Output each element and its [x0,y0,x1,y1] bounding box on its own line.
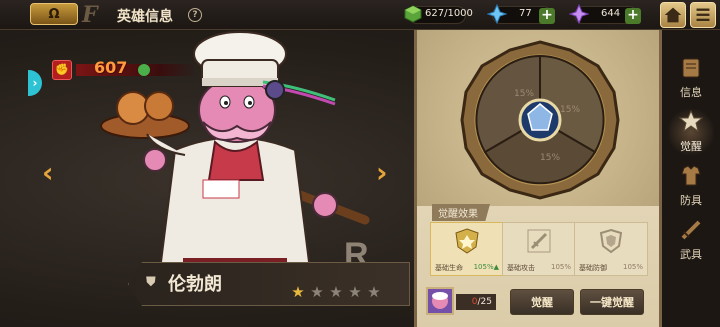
nav-label: 武具 [680,248,702,261]
home-icon [664,7,682,23]
defense-shield-icon [599,228,623,254]
effect-pct: 105% [550,263,571,271]
resource-stamina: 627/1000 [404,5,473,24]
wheel-pct-2: 15% [560,105,580,115]
effect-pct: 105%▲ [473,263,499,271]
effect-card-hp[interactable]: 基础生命 105%▲ [430,222,504,276]
effect-card-attack[interactable]: 基础攻击 105% [502,222,576,276]
page-title: 英雄信息 [117,9,173,25]
awaken-effect-title: 觉醒效果 [432,204,490,221]
one-click-awaken-button[interactable]: 一键觉醒 [580,289,644,315]
star-empty-icon: ★ [310,283,324,301]
resource-purple-gem: 644 + [569,4,641,24]
help-button[interactable]: ? [188,8,202,22]
awaken-wheel: 15% 15% 15% [460,40,620,200]
star-rating: ★ ★ ★ ★ ★ [290,284,382,300]
hero-info-screen: Ω F 英雄信息 ? 627/1000 77 + 644 + › ✊ 607 ‹… [0,0,720,327]
side-nav: 信息 觉醒 防具 武具 [662,30,720,327]
hero-shard-icon [432,292,448,309]
awaken-emblem-icon [678,109,704,133]
home-button[interactable] [660,2,686,28]
nav-weapon[interactable]: 武具 [668,214,714,266]
nav-awaken[interactable]: 觉醒 [668,106,714,158]
scroll-icon [682,58,700,78]
side-drawer-tab[interactable]: › [28,70,42,96]
nav-armor[interactable]: 防具 [668,160,714,212]
purple-gem-value: 644 [601,8,621,19]
stamina-value: 627/1000 [425,8,473,19]
star-empty-icon: ★ [348,283,362,301]
nav-label: 觉醒 [680,140,702,153]
nav-label: 信息 [680,86,702,99]
hero-portrait [100,31,370,284]
blue-crystal-icon [487,4,507,24]
star-empty-icon: ★ [329,283,343,301]
material-count: 0/25 [456,294,496,310]
effect-card-defense[interactable]: 基础防御 105% [574,222,648,276]
add-blue-gem-button[interactable]: + [539,8,555,24]
star-filled-icon: ★ [291,283,305,301]
hero-name: 伦勃朗 [168,274,222,295]
add-purple-gem-button[interactable]: + [625,8,641,24]
wheel-pct-1: 15% [514,89,534,99]
class-shield-icon: ⛊ [146,275,156,290]
prev-hero-button[interactable]: ‹ [42,156,54,189]
back-button[interactable]: Ω [30,3,78,25]
awaken-material-slot[interactable] [426,287,454,315]
purple-crystal-icon [569,4,589,24]
weapon-icon [681,220,701,240]
effect-label: 基础攻击 [507,264,535,272]
star-empty-icon: ★ [367,283,381,301]
menu-button[interactable] [690,2,716,28]
fist-icon: ✊ [52,60,72,80]
green-cube-icon [404,5,422,23]
attack-sword-icon [527,229,551,253]
awaken-button[interactable]: 觉醒 [510,289,574,315]
resource-blue-gem: 77 + [487,4,555,24]
effect-pct: 105% [622,263,643,271]
brand-logo: F [82,2,98,28]
blue-gem-value: 77 [519,8,532,19]
nav-label: 防具 [680,194,702,207]
hp-shield-icon [455,228,479,254]
armor-icon [681,165,701,186]
effect-label: 基础生命 [435,264,463,272]
nav-info[interactable]: 信息 [668,52,714,104]
top-bar: Ω F 英雄信息 ? 627/1000 77 + 644 + [0,0,720,30]
menu-icon [696,8,710,21]
wheel-pct-3: 15% [540,153,560,163]
effect-label: 基础防御 [579,264,607,272]
